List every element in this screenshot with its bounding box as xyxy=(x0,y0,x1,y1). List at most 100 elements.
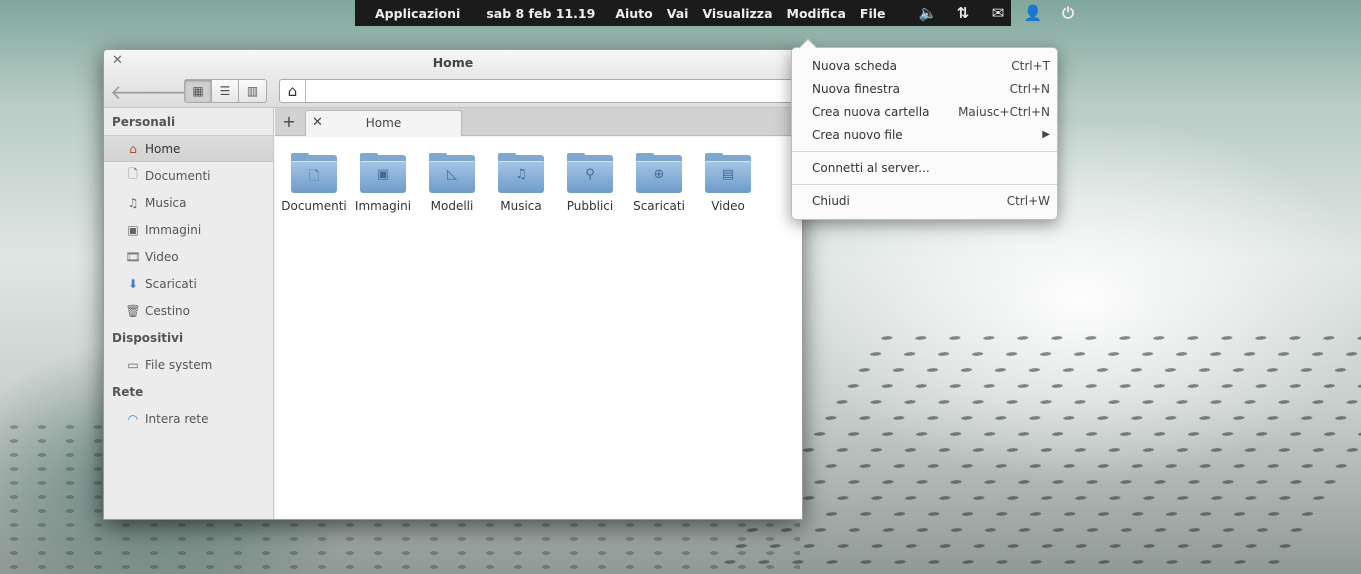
menu-aiuto[interactable]: Aiuto xyxy=(608,6,659,21)
indicators: 🔈 ⇅ ✉ 👤 ⏻ xyxy=(911,4,1086,22)
sidebar-item-scaricati[interactable]: ⬇ Scaricati xyxy=(104,270,273,297)
home-icon: ⌂ xyxy=(129,141,137,156)
folder-icon: ⚲ xyxy=(567,153,613,193)
sidebar-item-documenti[interactable]: 🗋 Documenti xyxy=(104,162,273,189)
applications-menu[interactable]: Applicazioni xyxy=(355,6,473,21)
file-manager-window: ✕ Home 🡐 🡒 ▦ ☰ ▥ ⌂ Personali ⌂ Home 🗋 Docu… xyxy=(103,49,803,520)
image-icon: ▣ xyxy=(127,222,139,237)
tab-label: Home xyxy=(365,116,402,130)
download-icon: ⬇ xyxy=(127,276,139,291)
back-icon[interactable]: 🡐 xyxy=(110,80,164,104)
menu-item-crea-nuova-cartella[interactable]: Crea nuova cartella Maiusc+Ctrl+N xyxy=(792,100,1057,123)
folder-icon: 🗋 xyxy=(291,153,337,193)
menu-item-nuova-scheda[interactable]: Nuova scheda Ctrl+T xyxy=(792,54,1057,77)
network-icon[interactable]: ⇅ xyxy=(946,4,981,22)
video-icon: 🎞 xyxy=(125,249,141,264)
power-icon[interactable]: ⏻ xyxy=(1051,4,1086,22)
sidebar-item-video[interactable]: 🎞 Video xyxy=(104,243,273,270)
menu-item-accel: Ctrl+N xyxy=(1009,81,1050,96)
menu-visualizza[interactable]: Visualizza xyxy=(695,6,779,21)
sidebar-item-label: Cestino xyxy=(145,303,190,318)
sidebar-item-label: Home xyxy=(145,141,181,156)
list-view-icon[interactable]: ☰ xyxy=(212,80,239,102)
sidebar-item-label: Intera rete xyxy=(145,411,209,426)
sidebar-header-personali: Personali xyxy=(112,115,176,129)
folder-label: Immagini xyxy=(354,199,412,213)
sidebar-item-cestino[interactable]: 🗑 Cestino xyxy=(104,297,273,324)
tab-bar: + ✕ Home xyxy=(275,108,802,136)
sidebar-item-label: Immagini xyxy=(145,222,202,237)
tab-home[interactable]: ✕ Home xyxy=(305,110,462,136)
menu-item-label: Crea nuovo file xyxy=(812,127,903,142)
folder-icon: ▣ xyxy=(360,153,406,193)
sidebar-item-label: File system xyxy=(145,357,213,372)
menu-item-label: Crea nuova cartella xyxy=(812,104,930,119)
background-dots xyxy=(704,330,1361,574)
titlebar: ✕ Home xyxy=(104,50,802,76)
folder-item[interactable]: ◺ Modelli xyxy=(417,153,487,213)
sidebar-item-immagini[interactable]: ▣ Immagini xyxy=(104,216,273,243)
location-bar[interactable]: ⌂ xyxy=(279,79,802,103)
menu-item-crea-nuovo-file[interactable]: Crea nuovo file ▶ xyxy=(792,123,1057,146)
sidebar-item-musica[interactable]: ♫ Musica xyxy=(104,189,273,216)
folder-item[interactable]: ▣ Immagini xyxy=(348,153,418,213)
file-menu-dropdown: Nuova scheda Ctrl+T Nuova finestra Ctrl+N … xyxy=(791,38,1058,220)
menu-item-nuova-finestra[interactable]: Nuova finestra Ctrl+N xyxy=(792,77,1057,100)
file-view: 🗋 Documenti ▣ Immagini ◺ Modelli ♫ Music… xyxy=(275,137,802,519)
wifi-icon: ◠ xyxy=(127,411,139,426)
submenu-arrow-icon: ▶ xyxy=(1042,129,1050,140)
volume-icon[interactable]: 🔈 xyxy=(911,4,946,22)
column-view-icon[interactable]: ▥ xyxy=(239,80,266,102)
menu-item-connetti-al-server[interactable]: Connetti al server... xyxy=(792,156,1057,179)
trash-icon: 🗑 xyxy=(125,303,141,318)
sidebar-header-dispositivi: Dispositivi xyxy=(112,331,184,345)
folder-icon: ♫ xyxy=(498,153,544,193)
menu-separator xyxy=(792,151,1057,152)
folder-icon: ▤ xyxy=(705,153,751,193)
music-icon: ♫ xyxy=(127,195,139,210)
sidebar-header-rete: Rete xyxy=(112,385,144,399)
folder-label: Scaricati xyxy=(633,199,685,213)
window-title: Home xyxy=(432,55,474,70)
toolbar: 🡐 🡒 ▦ ☰ ▥ ⌂ xyxy=(104,76,802,108)
forward-icon[interactable]: 🡒 xyxy=(144,80,198,104)
folder-label: Video xyxy=(711,199,745,213)
sidebar-item-intera-rete[interactable]: ◠ Intera rete xyxy=(104,405,273,432)
folder-icon: ◺ xyxy=(429,153,475,193)
home-icon[interactable]: ⌂ xyxy=(280,80,306,102)
sidebar-item-home[interactable]: ⌂ Home xyxy=(104,135,273,162)
folder-item[interactable]: 🗋 Documenti xyxy=(279,153,349,213)
icon-view-icon[interactable]: ▦ xyxy=(185,80,212,102)
folder-item[interactable]: ⚲ Pubblici xyxy=(555,153,625,213)
folder-icon: ⊕ xyxy=(636,153,682,193)
menu-separator xyxy=(792,184,1057,185)
sidebar-item-file-system[interactable]: ▭ File system xyxy=(104,351,273,378)
menu-item-accel: Maiusc+Ctrl+N xyxy=(958,104,1050,119)
menu-item-label: Nuova finestra xyxy=(812,81,900,96)
folder-label: Pubblici xyxy=(566,199,614,213)
sidebar-item-label: Scaricati xyxy=(145,276,197,291)
folder-item[interactable]: ⊕ Scaricati xyxy=(624,153,694,213)
menu-item-label: Nuova scheda xyxy=(812,58,898,73)
menu-pointer xyxy=(799,38,817,56)
menu-file[interactable]: File xyxy=(853,6,893,21)
menu-modifica[interactable]: Modifica xyxy=(780,6,853,21)
menu-vai[interactable]: Vai xyxy=(660,6,696,21)
sidebar-item-label: Video xyxy=(145,249,179,264)
new-tab-button[interactable]: + xyxy=(279,112,299,132)
user-icon[interactable]: 👤 xyxy=(1016,4,1051,22)
mail-icon[interactable]: ✉ xyxy=(981,4,1016,22)
view-switcher: ▦ ☰ ▥ xyxy=(184,79,267,103)
top-panel: Applicazioni sab 8 feb 11.19 Aiuto Vai V… xyxy=(355,0,1074,26)
clock[interactable]: sab 8 feb 11.19 xyxy=(473,6,608,21)
folder-item[interactable]: ▤ Video xyxy=(693,153,763,213)
menu-item-chiudi[interactable]: Chiudi Ctrl+W xyxy=(792,189,1057,212)
folder-item[interactable]: ♫ Musica xyxy=(486,153,556,213)
folder-label: Musica xyxy=(500,199,542,213)
menu-item-label: Chiudi xyxy=(812,193,850,208)
drive-icon: ▭ xyxy=(127,357,139,372)
folder-label: Documenti xyxy=(281,199,347,213)
sidebar-item-label: Musica xyxy=(145,195,187,210)
menu-item-accel: Ctrl+W xyxy=(1006,193,1050,208)
menu-item-accel: Ctrl+T xyxy=(1011,58,1050,73)
